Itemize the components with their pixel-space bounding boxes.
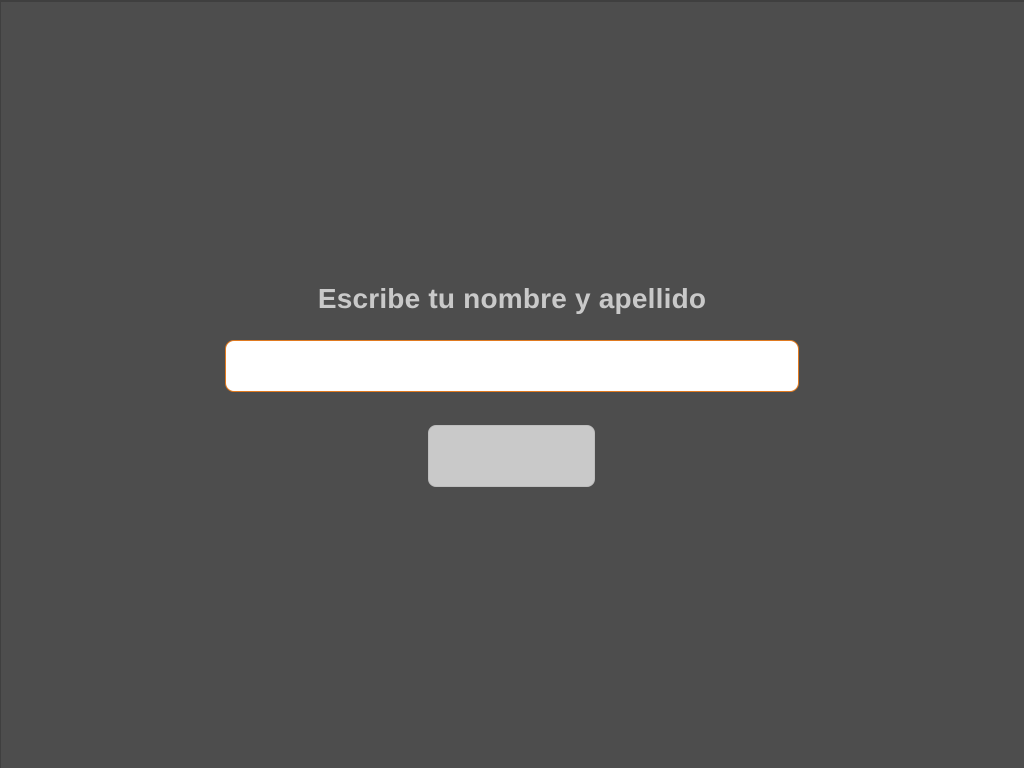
name-entry-screen: Escribe tu nombre y apellido [0, 0, 1024, 768]
submit-button[interactable] [428, 425, 595, 487]
name-input[interactable] [225, 340, 799, 392]
name-prompt-label: Escribe tu nombre y apellido [317, 283, 707, 314]
